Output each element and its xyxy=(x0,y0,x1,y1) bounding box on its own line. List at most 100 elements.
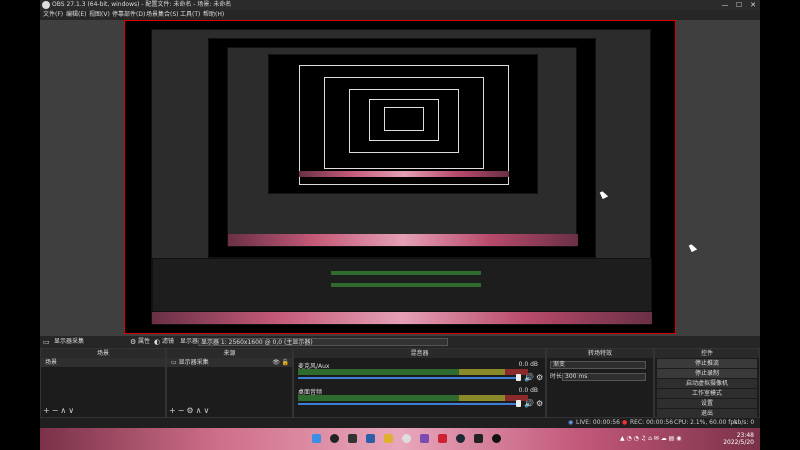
live-time: LIVE: 00:00:56 xyxy=(576,419,620,426)
monitor-icon: ▭ xyxy=(171,359,179,366)
add-icon[interactable]: + xyxy=(43,406,52,415)
menu-bar: 文件(F) 编辑(E) 视图(V) 停靠部件(D) 场景集合(S) 工具(T) … xyxy=(40,10,760,20)
preview-area[interactable] xyxy=(40,20,760,336)
scenes-dock-title: 场景 xyxy=(41,349,165,358)
speaker-icon[interactable]: 🔊 xyxy=(524,373,534,382)
obs-window: OBS 27.1.3 (64-bit, windows) - 配置文件: 未命名… xyxy=(40,0,760,450)
add-icon[interactable]: + xyxy=(169,406,178,415)
menu-scene-collection[interactable]: 场景集合(S) xyxy=(146,10,179,20)
system-clock[interactable]: 23:48 2022/5/20 xyxy=(723,432,754,446)
search-icon[interactable] xyxy=(330,434,339,443)
scene-item[interactable]: 场景 xyxy=(41,358,165,367)
nested-preview-1 xyxy=(208,38,596,258)
properties-button[interactable]: 属性 xyxy=(138,336,150,348)
scenes-dock: 场景 场景 +−∧∨ xyxy=(40,348,166,418)
menu-help[interactable]: 帮助(H) xyxy=(203,10,224,20)
live-indicator-icon: ◉ xyxy=(568,419,574,426)
clock-date: 2022/5/20 xyxy=(723,439,754,446)
filter-icon: ◐ xyxy=(154,338,161,346)
nested-meter-2 xyxy=(331,283,481,287)
program-canvas[interactable] xyxy=(124,20,676,334)
nested-meter-1 xyxy=(331,271,481,275)
down-icon[interactable]: ∨ xyxy=(68,406,76,415)
lock-icon[interactable]: 🔓 xyxy=(282,358,289,367)
obs-taskbar-icon[interactable] xyxy=(492,434,501,443)
nested-preview-2 xyxy=(268,54,538,194)
audio-mixer-dock: 混音器 麦克风/Aux 0.0 dB 🔊 ⚙ 桌面音频 0.0 dB 🔊 ⚙ xyxy=(293,348,546,418)
menu-edit[interactable]: 编辑(E) xyxy=(66,10,86,20)
scene-toolbar: +−∧∨ xyxy=(43,406,76,415)
settings-button[interactable]: 设置 xyxy=(657,399,757,408)
cpu-fps: CPU: 2.1%, 60.00 fps xyxy=(674,419,738,426)
bottom-docks: 场景 场景 +−∧∨ 来源 ▭ 显示器采集 👁 🔓 +−⚙∧∨ 混音器 麦克风/… xyxy=(40,348,760,418)
transition-duration-row: 时长 300 ms xyxy=(550,372,650,382)
speaker-icon[interactable]: 🔊 xyxy=(524,399,534,408)
exit-button[interactable]: 退出 xyxy=(657,409,757,418)
gear-icon[interactable]: ⚙ xyxy=(536,373,543,382)
gear-icon: ⚙ xyxy=(130,338,137,346)
steam-icon[interactable] xyxy=(456,434,465,443)
selected-source-label: 显示器采集 xyxy=(54,338,85,345)
tray-icons[interactable]: ▲ ◔ ◔ ♫ ⌂ ✉ ☁ ▤ ◉ xyxy=(620,435,681,442)
source-item-label: 显示器采集 xyxy=(178,359,209,366)
stop-streaming-button[interactable]: 停止推流 xyxy=(657,359,757,368)
sources-dock-title: 来源 xyxy=(167,349,292,358)
source-item[interactable]: ▭ 显示器采集 👁 🔓 xyxy=(167,358,292,367)
down-icon[interactable]: ∨ xyxy=(203,406,211,415)
duration-label: 时长 xyxy=(550,373,563,380)
windows-taskbar: ▲ ◔ ◔ ♫ ⌂ ✉ ☁ ▤ ◉ 23:48 2022/5/20 xyxy=(40,428,760,450)
nested-taskbar-1 xyxy=(152,312,652,324)
start-icon[interactable] xyxy=(312,434,321,443)
volume-slider-handle[interactable] xyxy=(516,400,521,407)
controls-dock: 控件 停止推流 停止录制 启动虚拟摄像机 工作室模式 设置 退出 xyxy=(654,348,760,418)
transition-type-select[interactable]: 渐变 xyxy=(550,361,646,369)
rec-time: REC: 00:00:56 xyxy=(630,419,674,426)
gear-icon[interactable]: ⚙ xyxy=(186,406,195,415)
close-button[interactable]: ✕ xyxy=(746,0,760,10)
menu-docks[interactable]: 停靠部件(D) xyxy=(112,10,145,20)
volume-meter xyxy=(298,369,528,375)
gear-icon[interactable]: ⚙ xyxy=(536,399,543,408)
minimize-button[interactable]: — xyxy=(718,0,732,10)
nested-screen-1 xyxy=(151,29,652,325)
channel-db: 0.0 dB xyxy=(518,361,538,368)
monitor-icon: ▭ xyxy=(43,338,50,346)
volume-slider[interactable] xyxy=(298,403,518,405)
rec-indicator-icon: ● xyxy=(622,419,628,426)
stop-recording-button[interactable]: 停止录制 xyxy=(657,369,757,378)
transitions-dock: 转场特效 渐变 时长 300 ms xyxy=(546,348,654,418)
widgets-icon[interactable] xyxy=(366,434,375,443)
display-select[interactable]: 显示器 1: 2560x1600 @ 0,0 (主显示器) xyxy=(198,338,448,346)
nested-taskbar-2 xyxy=(228,234,578,246)
source-toolbar: ▭ 显示器采集 ⚙ 属性 ◐ 滤镜 显示器 显示器 1: 2560x1600 @… xyxy=(40,336,760,348)
controls-dock-title: 控件 xyxy=(655,349,759,358)
window-title: OBS 27.1.3 (64-bit, windows) - 配置文件: 未命名… xyxy=(52,1,232,8)
transitions-dock-title: 转场特效 xyxy=(547,349,653,358)
app-icon[interactable] xyxy=(438,434,447,443)
display-label: 显示器 xyxy=(180,338,199,345)
volume-slider-handle[interactable] xyxy=(516,374,521,381)
obs-logo-icon xyxy=(42,1,50,9)
virtual-camera-button[interactable]: 启动虚拟摄像机 xyxy=(657,379,757,388)
chrome-icon[interactable] xyxy=(402,434,411,443)
transition-type-row: 渐变 xyxy=(550,360,650,370)
studio-mode-button[interactable]: 工作室模式 xyxy=(657,389,757,398)
source-toolbar-bottom: +−⚙∧∨ xyxy=(169,406,211,415)
maximize-button[interactable]: ☐ xyxy=(732,0,746,10)
task-view-icon[interactable] xyxy=(348,434,357,443)
menu-tools[interactable]: 工具(T) xyxy=(180,10,200,20)
bitrate: kb/s: 0 xyxy=(734,419,755,426)
duration-input[interactable]: 300 ms xyxy=(562,373,646,381)
mouse-cursor-icon xyxy=(688,243,698,252)
menu-view[interactable]: 视图(V) xyxy=(89,10,110,20)
app-icon[interactable] xyxy=(420,434,429,443)
visibility-eye-icon[interactable]: 👁 xyxy=(272,358,280,367)
filters-button[interactable]: 滤镜 xyxy=(162,336,174,348)
volume-slider[interactable] xyxy=(298,377,518,379)
clock-time: 23:48 xyxy=(736,432,754,439)
volume-meter xyxy=(298,395,528,401)
mixer-dock-title: 混音器 xyxy=(294,349,545,358)
menu-file[interactable]: 文件(F) xyxy=(43,10,63,20)
file-explorer-icon[interactable] xyxy=(384,434,393,443)
app-icon[interactable] xyxy=(474,434,483,443)
